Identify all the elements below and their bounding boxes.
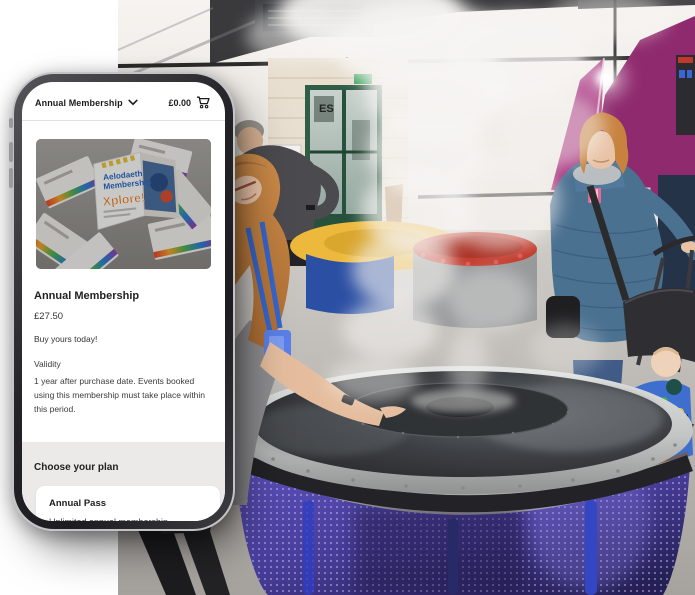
shopping-cart-icon bbox=[196, 96, 210, 109]
product-selector-label: Annual Membership bbox=[35, 98, 123, 108]
product-selector[interactable]: Annual Membership bbox=[35, 98, 138, 108]
phone-volume-up-button bbox=[9, 142, 13, 162]
phone-mute-switch bbox=[9, 118, 13, 128]
cart-summary[interactable]: £0.00 bbox=[168, 96, 210, 109]
product-tagline: Buy yours today! bbox=[34, 334, 213, 344]
chevron-down-icon bbox=[128, 99, 138, 106]
plans-heading: Choose your plan bbox=[34, 462, 225, 473]
door-sign-text: ES bbox=[319, 103, 334, 115]
phone-mockup: Annual Membership £0.00 bbox=[12, 72, 235, 531]
validity-heading: Validity bbox=[34, 359, 213, 369]
plan-name: Annual Pass bbox=[49, 498, 210, 509]
plan-description: Unlimited annual membership bbox=[49, 517, 210, 521]
header-divider bbox=[22, 120, 225, 121]
product-price: £27.50 bbox=[34, 311, 213, 322]
product-image: Aelodaeth Membership Xplore! bbox=[36, 139, 211, 269]
shop-header: Annual Membership £0.00 bbox=[22, 82, 225, 119]
plan-option-annual-pass[interactable]: Annual Pass Unlimited annual membership bbox=[36, 486, 220, 521]
validity-body: 1 year after purchase date. Events booke… bbox=[34, 374, 211, 416]
phone-screen: Annual Membership £0.00 bbox=[22, 82, 225, 521]
phone-volume-down-button bbox=[9, 168, 13, 188]
product-title: Annual Membership bbox=[34, 290, 213, 302]
cart-total: £0.00 bbox=[168, 98, 191, 108]
plans-section: Choose your plan Annual Pass Unlimited a… bbox=[22, 442, 225, 521]
